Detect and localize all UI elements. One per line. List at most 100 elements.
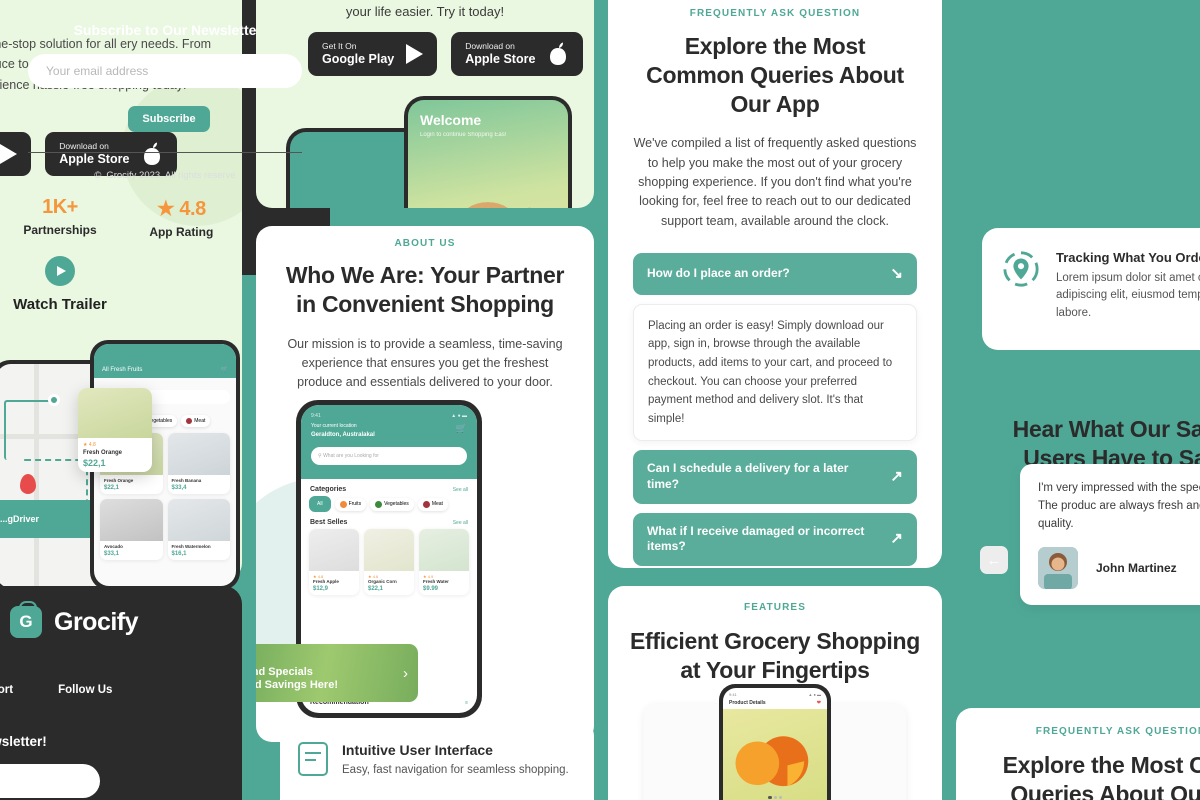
testimonial-item: I'm very impressed with the speed of del… — [1020, 464, 1200, 606]
origin-pin-icon — [48, 394, 60, 406]
stat-value: 4.8 — [179, 198, 206, 220]
faq-right-eyebrow: FREQUENTLY ASK QUESTION — [1035, 726, 1200, 737]
feature-title: Intuitive User Interface — [342, 742, 493, 758]
footer-brand-name: Grocify — [54, 607, 139, 636]
phone-ui-icon — [298, 742, 328, 776]
google-play-button[interactable]: Get It On Google Play — [308, 32, 438, 76]
faq-list: How do I place an order? ↘ Placing an or… — [633, 253, 917, 568]
footer-link-follow[interactable]: Follow Us — [58, 684, 112, 696]
shop-title: All Fresh Fruits — [102, 367, 143, 373]
cta-store-buttons: Get It On Google Play Download on Apple … — [308, 32, 584, 76]
footer-links: ck Links Support Follow Us — [0, 684, 112, 696]
banner-text: Find Specials and Savings Here! — [256, 665, 338, 691]
faq-title: Explore the Most Common Queries About Ou… — [646, 33, 904, 117]
chip-vegetables[interactable]: Vegetables — [370, 497, 414, 511]
divider — [28, 152, 302, 153]
tracking-title: Tracking What You Orde — [1056, 250, 1200, 265]
store-small-label: Get It On — [322, 40, 357, 51]
footer-link-support[interactable]: Support — [0, 684, 13, 696]
testimonials-card: TESTIMONIALS Hear What Our Satis Users H… — [956, 368, 1200, 698]
view-more-button[interactable]: View More — [1072, 640, 1154, 666]
newsletter-title: Subscribe to Our Newslette — [73, 22, 257, 38]
logo-letter: G — [19, 612, 33, 631]
store-big-label: Apple Store — [465, 51, 536, 66]
stat-item: 1K+ Partnerships — [0, 196, 121, 239]
specials-banner[interactable]: Find Specials and Savings Here! › — [256, 644, 418, 702]
welcome-title: Welcome — [420, 112, 482, 128]
hero-stats: d 1K+ Partnerships ★ 4.8 App Rating — [0, 196, 242, 239]
chip-all[interactable]: All — [309, 496, 331, 512]
intuitive-ui-feature-card: Intuitive User Interface Easy, fast navi… — [280, 720, 594, 800]
newsletter-subscribe-button[interactable]: Subscribe — [128, 106, 210, 132]
phone-header: 9:41 ▲ ● ▬ Your current location Geraldto… — [301, 405, 477, 479]
arrow-down-right-icon: ↘ — [890, 265, 903, 283]
location-label: Your current location — [311, 423, 357, 429]
chevron-right-icon[interactable]: › — [403, 665, 408, 682]
stat-label: Partnerships — [23, 223, 97, 237]
orange-illustration — [735, 736, 809, 787]
faq-question-2[interactable]: What if I receive damaged or incorrect i… — [633, 512, 917, 566]
product-card[interactable]: Fresh Banana $33,4 — [167, 433, 230, 494]
product-detail-screen: 9:41 ▲ ● ▬ Product Details ❤ — [723, 688, 827, 800]
play-triangle-icon — [0, 144, 18, 164]
best-sellers-row: Best Selles See all — [301, 512, 477, 529]
chip-meat[interactable]: Meat — [417, 497, 448, 511]
newsletter-email-input[interactable]: Your email address — [28, 54, 302, 88]
product-card[interactable]: ★ 4.9 Fresh Water $9.99 — [419, 529, 469, 595]
grocify-bag-icon: G — [10, 601, 42, 638]
chip-fruits[interactable]: Fruits — [334, 497, 367, 511]
product-card[interactable]: ★ 4.6 Organic Corn $22,1 — [364, 529, 414, 595]
features-title: Efficient Grocery Shopping at Your Finge… — [630, 628, 920, 683]
about-card: ABOUT US Who We Are: Your Partner in Con… — [256, 226, 594, 742]
welcome-screen: Welcome Login to continue Shopping Eas! — [408, 100, 568, 208]
product-card[interactable]: Avocado $33,1 — [100, 499, 163, 560]
cart-icon[interactable]: 🛒 — [456, 423, 467, 434]
apple-icon — [144, 142, 161, 165]
store-small-label: Download on — [59, 140, 109, 151]
footer-newsletter-title: bscribe to Our Newsletter! — [0, 734, 47, 749]
product-card[interactable]: ★ 4.8 Fresh Apple $12,9 — [309, 529, 359, 595]
welcome-subtitle: Login to continue Shopping Eas! — [420, 132, 507, 138]
testimonials-eyebrow: TESTIMONIALS — [1077, 390, 1165, 401]
copyright: © Grocify 2023. All rights reserve — [0, 170, 330, 181]
product-card[interactable]: Fresh Watermelon $16,1 — [167, 499, 230, 560]
detail-header: Product Details — [729, 700, 766, 706]
design-showcase-canvas: Here! Grocify - your one-stop solution f… — [0, 0, 1200, 800]
faq-question-text: What if I receive damaged or incorrect i… — [647, 523, 865, 554]
watch-trailer-label: Watch Trailer — [13, 296, 107, 313]
feature-subtitle: Easy, fast navigation for seamless shopp… — [342, 764, 569, 776]
categories-title: Categories — [310, 486, 347, 493]
filter-icon[interactable]: ≡ — [465, 700, 468, 706]
floating-product-card[interactable]: ★ 4.8 Fresh Orange $22,1 — [78, 388, 152, 472]
faq-question-text: How do I place an order? — [647, 266, 790, 281]
footer-email-input[interactable]: ail address — [0, 764, 100, 798]
faq-eyebrow: FREQUENTLY ASK QUESTION — [689, 8, 861, 19]
welcome-text: Welcome Login to continue Shopping Eas! — [420, 112, 506, 138]
stat-value: 1K+ — [42, 196, 78, 218]
see-all-link[interactable]: See all — [453, 487, 468, 493]
hero-title: Here! — [0, 0, 242, 6]
product-detail-phone-mockup: 9:41 ▲ ● ▬ Product Details ❤ — [719, 684, 831, 800]
tracking-feature-card: Tracking What You Orde Lorem ipsum dolor… — [982, 228, 1200, 350]
arrow-up-right-icon: ↗ — [890, 468, 903, 486]
footer-logo: G Grocify — [10, 601, 139, 638]
features-eyebrow: FEATURES — [744, 602, 806, 613]
location-value: Geraldton, Australakal — [311, 431, 375, 438]
testimonial-prev-button[interactable]: ← — [980, 546, 1008, 574]
chip[interactable]: Meat — [181, 415, 211, 427]
faq-question-1[interactable]: Can I schedule a delivery for a later ti… — [633, 450, 917, 504]
call-driver-label: ...gDriver — [0, 514, 40, 524]
apple-store-button[interactable]: Download on Apple Store — [451, 32, 584, 76]
phone-search-input[interactable]: ⚲ What are you Looking for — [311, 446, 467, 465]
testimonial-quote: I'm very impressed with the speed of del… — [1038, 482, 1200, 530]
about-paragraph: Our mission is to provide a seamless, ti… — [287, 336, 563, 390]
copyright-text: Grocify 2023. All rights reserve — [106, 170, 236, 181]
best-sellers-title: Best Selles — [310, 519, 348, 526]
watch-trailer-block[interactable]: Watch Trailer — [0, 256, 242, 313]
testimonial-author-name: John Martinez — [1096, 561, 1177, 576]
faq-paragraph: We've compiled a list of frequently aske… — [633, 136, 917, 228]
play-circle-icon[interactable] — [45, 256, 75, 286]
see-all-link[interactable]: See all — [453, 520, 468, 526]
heart-icon[interactable]: ❤ — [817, 700, 821, 706]
faq-question-0[interactable]: How do I place an order? ↘ — [633, 253, 917, 295]
